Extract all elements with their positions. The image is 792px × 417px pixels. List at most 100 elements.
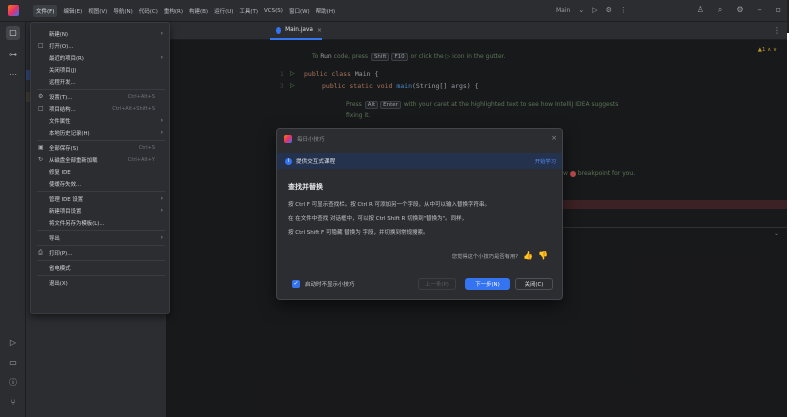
file-menu-item[interactable]: ⚙ 设置(T)... Ctrl+Alt+S bbox=[35, 91, 167, 102]
file-menu-item[interactable]: 关闭项目(J) bbox=[35, 64, 167, 75]
code-line-class[interactable]: public class Main { bbox=[304, 70, 378, 78]
menu-code[interactable]: 代码(C) bbox=[139, 7, 158, 15]
run-config-selector[interactable]: Main bbox=[556, 7, 570, 14]
tab-main-java[interactable]: Main.java × bbox=[270, 22, 322, 40]
next-tip-button[interactable]: 下一步(N) bbox=[465, 278, 510, 290]
run-hint: To Run code, press Shift F10 or click the… bbox=[312, 53, 506, 61]
dialog-title-bar: 每日小技巧 × bbox=[277, 129, 562, 149]
file-menu-item[interactable]: □ 项目结构... Ctrl+Alt+Shift+S bbox=[35, 103, 167, 114]
submenu-arrow-icon: › bbox=[160, 207, 163, 214]
dont-show-label[interactable]: 启动时不显示小技巧 bbox=[305, 280, 355, 288]
file-menu-item[interactable]: 使缓存失效... bbox=[35, 178, 167, 189]
search-icon[interactable]: ⌕ bbox=[718, 5, 722, 15]
file-menu-item[interactable]: ⎙ 打印(P)... bbox=[35, 247, 167, 258]
code-line-main[interactable]: public static void main(String[] args) { bbox=[322, 82, 479, 90]
left-tool-strip: ▢ ⊶ ⋯ ▷ ▭ ⓘ ⑂ bbox=[0, 22, 26, 417]
previous-tip-button[interactable]: 上一条(P) bbox=[418, 278, 456, 290]
submenu-arrow-icon: › bbox=[160, 195, 163, 202]
close-icon[interactable]: × bbox=[317, 27, 322, 34]
more-tools-icon[interactable]: ⋯ bbox=[6, 68, 20, 82]
menu-window[interactable]: 窗口(W) bbox=[289, 7, 310, 15]
title-bar: 文件(F) 编辑(E) 视图(V) 导航(N) 代码(C) 重构(R) 构建(B… bbox=[0, 0, 787, 22]
menu-item-icon: ⎙ bbox=[38, 248, 43, 256]
info-icon: i bbox=[285, 157, 292, 165]
file-menu-item[interactable]: 退出(X) bbox=[35, 277, 167, 288]
run-gutter-icon[interactable]: ▷ bbox=[290, 82, 295, 89]
thumbs-down-icon[interactable]: 👎 bbox=[538, 251, 548, 260]
menu-tools[interactable]: 工具(T) bbox=[239, 7, 258, 15]
menu-refactor[interactable]: 重构(R) bbox=[164, 7, 183, 15]
menu-build[interactable]: 构建(B) bbox=[189, 7, 208, 15]
title-right-tools: ♙ ⌕ ⚙ – ▫ bbox=[697, 5, 781, 15]
file-menu-item[interactable]: 远程开发... bbox=[35, 76, 167, 87]
file-menu-item[interactable]: 管理 IDE 设置 › bbox=[35, 193, 167, 204]
file-menu-item[interactable]: ↻ 从磁盘全部重新加载 Ctrl+Alt+Y bbox=[35, 154, 167, 165]
tip-paragraph: 按 Ctrl Shift F 可隐藏 替换为 字段，并切换到常规搜索。 bbox=[288, 230, 429, 236]
submenu-arrow-icon: › bbox=[160, 234, 163, 241]
tab-label: Main.java bbox=[285, 27, 313, 33]
menu-run[interactable]: 运行(U) bbox=[214, 7, 233, 15]
file-menu-item[interactable]: 修复 IDE bbox=[35, 166, 167, 177]
gear-icon[interactable]: ⚙ bbox=[736, 5, 743, 15]
start-learning-link[interactable]: 开始学习 bbox=[535, 157, 556, 165]
menu-item-shortcut: Ctrl+Alt+Y bbox=[127, 156, 155, 163]
run-gutter-icon[interactable]: ▷ bbox=[290, 70, 295, 77]
minimize-icon[interactable]: – bbox=[758, 5, 762, 15]
file-menu-item[interactable]: 省电模式 bbox=[35, 262, 167, 273]
breakpoint-hint: w breakpoint for you. bbox=[563, 170, 636, 177]
feedback-question: 您觉得这个小技巧是否有用? bbox=[451, 253, 519, 260]
breakpoint-icon bbox=[569, 170, 576, 177]
menu-edit[interactable]: 编辑(E) bbox=[63, 7, 82, 15]
menu-view[interactable]: 视图(V) bbox=[88, 7, 107, 15]
chevron-down-icon[interactable]: ⌄ bbox=[578, 6, 584, 14]
alt-enter-hint: Press Alt Enter with your caret at the hi… bbox=[346, 101, 619, 109]
project-icon[interactable]: ▢ bbox=[6, 26, 20, 40]
terminal-icon[interactable]: ▭ bbox=[6, 356, 20, 370]
structure-icon[interactable]: ⊶ bbox=[6, 48, 20, 62]
menu-item-label: 退出(X) bbox=[49, 280, 68, 287]
menu-file[interactable]: 文件(F) bbox=[33, 5, 58, 17]
file-menu-item[interactable]: 导出 › bbox=[35, 232, 167, 243]
screen-edge bbox=[787, 0, 792, 417]
file-menu-item[interactable]: 文件属性 › bbox=[35, 115, 167, 126]
menu-item-label: 修复 IDE bbox=[49, 169, 71, 176]
file-menu-item[interactable]: ▣ 全部保存(S) Ctrl+S bbox=[35, 142, 167, 153]
account-icon[interactable]: ♙ bbox=[697, 5, 704, 15]
problems-icon[interactable]: ⓘ bbox=[6, 376, 20, 390]
file-menu-item[interactable]: 将文件另存为模板(L)... bbox=[35, 217, 167, 228]
maximize-icon[interactable]: ▫ bbox=[776, 5, 781, 15]
file-menu-item[interactable]: □ 打开(O)... bbox=[35, 40, 167, 51]
menu-navigate[interactable]: 导航(N) bbox=[113, 7, 132, 15]
menu-item-label: 本地历史记录(H) bbox=[49, 130, 90, 137]
menu-item-label: 将文件另存为模板(L)... bbox=[49, 220, 105, 227]
menu-vcs[interactable]: VCS(S) bbox=[264, 8, 283, 14]
file-menu-item[interactable]: 新建项目设置 › bbox=[35, 205, 167, 216]
tip-heading: 查找并替换 bbox=[288, 183, 323, 191]
menu-item-label: 文件属性 bbox=[49, 118, 71, 125]
chevron-down-icon[interactable]: ⌄ bbox=[774, 230, 779, 237]
menu-separator bbox=[37, 260, 165, 261]
close-button[interactable]: 关闭(C) bbox=[515, 278, 553, 290]
tab-options-icon[interactable]: ⋮ bbox=[773, 26, 781, 35]
git-icon[interactable]: ⑂ bbox=[6, 396, 20, 410]
intellij-logo-icon[interactable] bbox=[8, 5, 19, 16]
java-class-icon bbox=[276, 26, 282, 34]
file-menu-item[interactable]: 本地历史记录(H) › bbox=[35, 127, 167, 138]
file-menu-item[interactable]: 新建(N) › bbox=[35, 28, 167, 39]
inspection-widget[interactable]: ▲1 ∧ ∨ bbox=[758, 47, 777, 53]
run-icon[interactable]: ▷ bbox=[592, 6, 597, 14]
menu-separator bbox=[37, 245, 165, 246]
menu-help[interactable]: 帮助(H) bbox=[316, 7, 335, 15]
menu-item-icon: ↻ bbox=[38, 156, 44, 163]
debug-icon[interactable]: ⚙ bbox=[606, 6, 612, 14]
file-menu-item[interactable]: 最近的项目(R) › bbox=[35, 52, 167, 63]
alt-enter-hint-cont: fixing it. bbox=[346, 112, 371, 119]
menu-item-label: 新建项目设置 bbox=[49, 208, 82, 215]
dont-show-checkbox[interactable]: ✓ bbox=[292, 280, 300, 288]
close-icon[interactable]: × bbox=[551, 134, 557, 142]
thumbs-up-icon[interactable]: 👍 bbox=[523, 251, 533, 260]
menu-item-label: 省电模式 bbox=[49, 265, 71, 272]
menu-item-label: 管理 IDE 设置 bbox=[49, 196, 84, 203]
run-tool-icon[interactable]: ▷ bbox=[6, 336, 20, 350]
more-icon[interactable]: ⋮ bbox=[620, 6, 627, 14]
